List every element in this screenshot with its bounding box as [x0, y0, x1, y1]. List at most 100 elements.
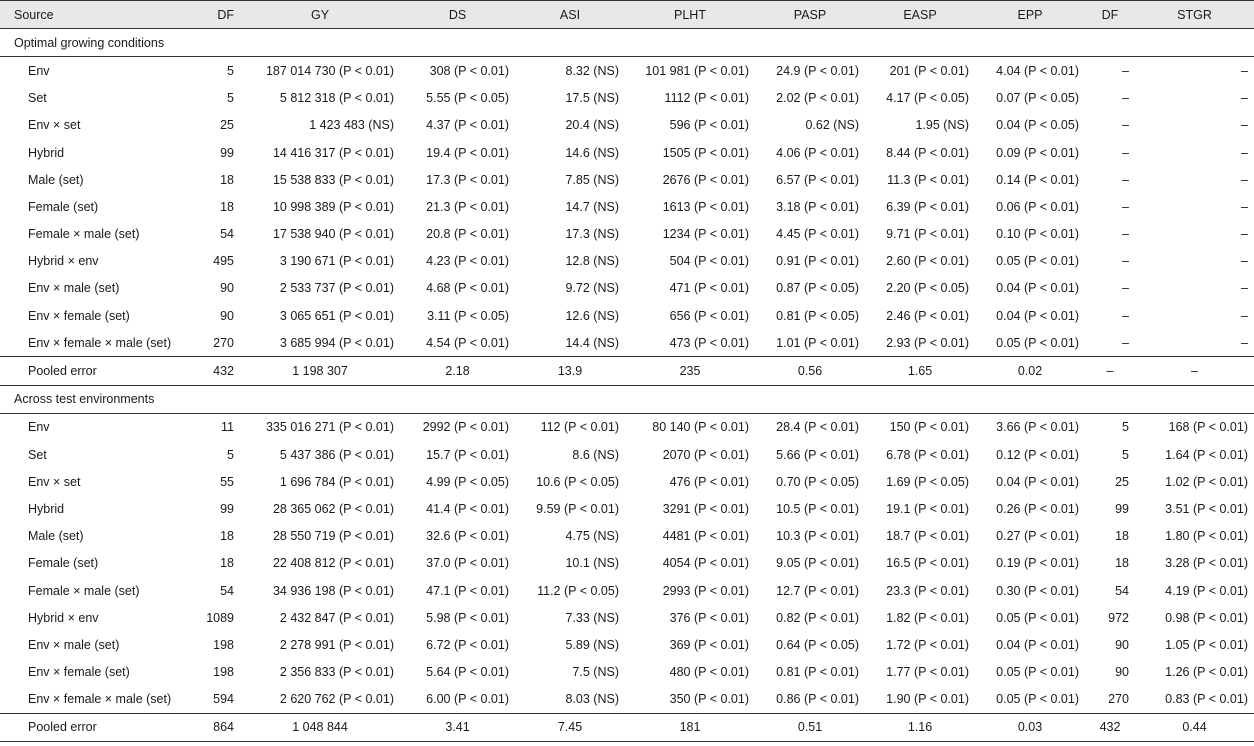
easp-significance: (NS): [943, 118, 969, 133]
row-asi: 10.1 (NS): [515, 550, 625, 577]
row-plht: 471 (P < 0.01): [625, 275, 755, 302]
row-stgr: –: [1135, 329, 1254, 357]
pasp-significance: (P < 0.01): [803, 227, 859, 242]
easp-significance: (P < 0.01): [913, 529, 969, 544]
easp-significance: (P < 0.01): [913, 199, 969, 214]
easp-value: 2.46: [886, 308, 911, 323]
row-pasp: 10.3 (P < 0.01): [755, 523, 865, 550]
row-pasp: 10.5 (P < 0.01): [755, 495, 865, 522]
plht-value: 2993: [662, 583, 691, 598]
pasp-significance: (P < 0.01): [803, 583, 859, 598]
plht-significance: (P < 0.01): [693, 172, 749, 187]
ds-value: 32.6: [426, 529, 451, 544]
row-pasp: 5.66 (P < 0.01): [755, 441, 865, 468]
row-stgr: 1.26 (P < 0.01): [1135, 659, 1254, 686]
pasp-significance: (P < 0.01): [803, 556, 859, 571]
row-plht: 181: [625, 712, 755, 743]
ds-significance: (P < 0.01): [453, 420, 509, 435]
epp-significance: (P < 0.01): [1023, 610, 1079, 625]
gy-significance: (P < 0.01): [338, 172, 394, 187]
row-pasp: 0.81 (P < 0.01): [755, 659, 865, 686]
asi-value: 13.9: [557, 364, 583, 379]
pasp-value: 0.64: [776, 637, 801, 652]
row-plht: 3291 (P < 0.01): [625, 495, 755, 522]
table-row: Hybrid × env 495 3 190 671 (P < 0.01) 4.23 …: [0, 248, 1254, 275]
header-plht: PLHT: [625, 0, 755, 30]
table-row: Male (set) 18 28 550 719 (P < 0.01) 32.6 (P…: [0, 523, 1254, 550]
plht-value: 480: [669, 665, 691, 680]
row-asi: 17.3 (NS): [515, 221, 625, 248]
row-easp: 8.44 (P < 0.01): [865, 139, 975, 166]
epp-significance: (P < 0.01): [1023, 501, 1079, 516]
row-source: Env × set: [28, 474, 81, 489]
anova-table: Source DF GY DS ASI PLHT PASP EASP EPP D…: [0, 0, 1254, 743]
row-stgr: 1.80 (P < 0.01): [1135, 523, 1254, 550]
ds-value: 20.8: [426, 227, 451, 242]
easp-value: 6.78: [886, 447, 911, 462]
row-source: Env × female (set): [28, 665, 130, 680]
row-df: 198: [213, 665, 234, 680]
row-asi: 13.9: [515, 356, 625, 386]
row-df: 5: [227, 447, 234, 462]
stgr-value: –: [1191, 364, 1198, 379]
ds-value: 4.37: [426, 118, 451, 133]
row-gy: 28 550 719 (P < 0.01): [240, 523, 400, 550]
row-epp: 0.04 (P < 0.01): [975, 302, 1085, 329]
asi-value: 9.72: [565, 281, 590, 296]
row-df: 18: [220, 556, 234, 571]
row-gy: 2 278 991 (P < 0.01): [240, 631, 400, 658]
easp-value: 1.90: [886, 692, 911, 707]
stgr-value: –: [1241, 118, 1248, 133]
row-plht: 596 (P < 0.01): [625, 112, 755, 139]
gy-significance: (P < 0.01): [338, 447, 394, 462]
pasp-significance: (P < 0.01): [803, 63, 859, 78]
easp-significance: (P < 0.01): [913, 556, 969, 571]
ds-value: 3.11: [427, 308, 451, 323]
ds-significance: (P < 0.01): [453, 501, 509, 516]
row-gy: 3 065 651 (P < 0.01): [240, 302, 400, 329]
row-df2: –: [1085, 56, 1135, 85]
plht-value: 504: [669, 254, 691, 269]
row-gy: 5 812 318 (P < 0.01): [240, 85, 400, 112]
plht-significance: (P < 0.01): [693, 199, 749, 214]
stgr-value: –: [1241, 172, 1248, 187]
plht-significance: (P < 0.01): [693, 637, 749, 652]
asi-significance: (NS): [593, 63, 619, 78]
row-plht: 1505 (P < 0.01): [625, 139, 755, 166]
pasp-significance: (P < 0.01): [803, 420, 859, 435]
row-easp: 11.3 (P < 0.01): [865, 166, 975, 193]
pasp-value: 0.82: [776, 610, 801, 625]
row-epp: 0.10 (P < 0.01): [975, 221, 1085, 248]
header-source: Source: [0, 0, 180, 30]
ds-significance: (P < 0.01): [453, 447, 509, 462]
row-ds: 19.4 (P < 0.01): [400, 139, 515, 166]
row-ds: 3.41: [400, 712, 515, 743]
row-ds: 41.4 (P < 0.01): [400, 495, 515, 522]
table-row: Female (set) 18 22 408 812 (P < 0.01) 37.0 …: [0, 550, 1254, 577]
gy-significance: (P < 0.01): [338, 637, 394, 652]
easp-significance: (P < 0.01): [913, 254, 969, 269]
row-df: 11: [180, 412, 240, 441]
row-stgr: –: [1135, 302, 1254, 329]
plht-significance: (P < 0.01): [693, 665, 749, 680]
stgr-significance: (P < 0.01): [1192, 420, 1248, 435]
header-asi: ASI: [515, 0, 625, 30]
gy-significance: (P < 0.01): [338, 610, 394, 625]
row-gy: 2 432 847 (P < 0.01): [240, 604, 400, 631]
ds-value: 17.3: [426, 172, 451, 187]
asi-value: 9.59: [536, 501, 561, 516]
row-df: 495: [213, 254, 234, 269]
row-plht: 473 (P < 0.01): [625, 329, 755, 357]
row-asi: 8.32 (NS): [515, 56, 625, 85]
row-df2: 54: [1115, 583, 1129, 598]
row-df2: –: [1122, 118, 1129, 133]
header-easp: EASP: [865, 0, 975, 30]
epp-significance: (P < 0.01): [1023, 227, 1079, 242]
epp-significance: (P < 0.01): [1023, 447, 1079, 462]
plht-value: 376: [669, 610, 691, 625]
row-df: 432: [180, 356, 240, 386]
ds-significance: (P < 0.01): [453, 665, 509, 680]
epp-value: 0.02: [1017, 364, 1043, 379]
gy-significance: (P < 0.01): [338, 254, 394, 269]
row-stgr: –: [1135, 166, 1254, 193]
